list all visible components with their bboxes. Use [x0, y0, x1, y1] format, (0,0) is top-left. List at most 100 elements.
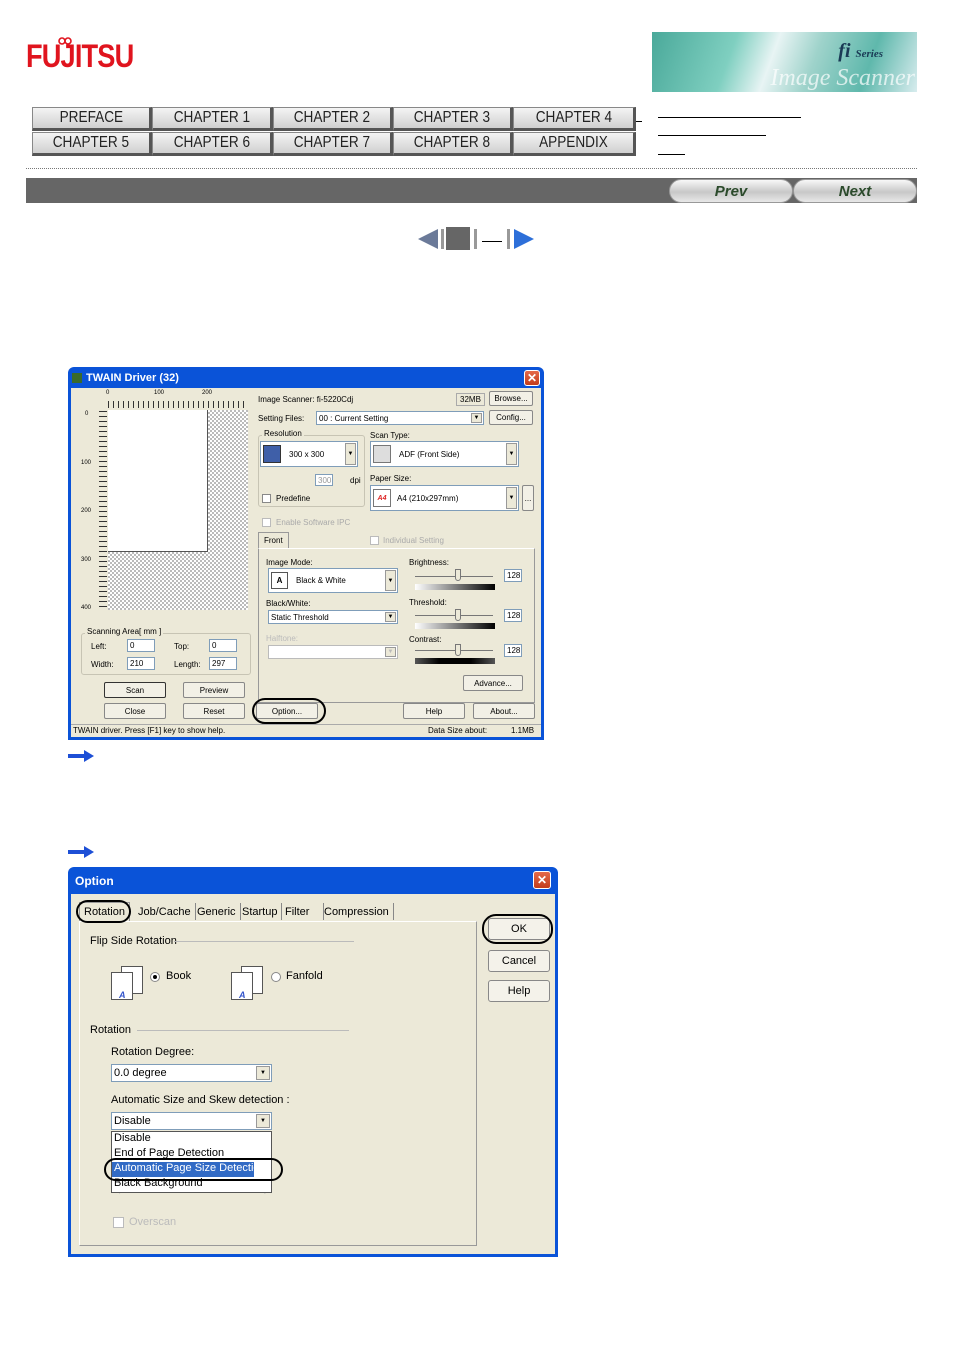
nav-chapter-1[interactable]: CHAPTER 1: [152, 107, 273, 131]
twain-title: TWAIN Driver (32): [86, 372, 179, 384]
scan-area-page[interactable]: [108, 410, 208, 552]
chevron-down-icon: ▼: [471, 413, 482, 423]
contrast-slider-thumb[interactable]: [455, 644, 461, 656]
tab-startup[interactable]: Startup: [238, 903, 283, 920]
resolution-select[interactable]: 300 x 300 ▼: [260, 441, 358, 467]
scan-type-select[interactable]: ADF (Front Side) ▼: [370, 441, 519, 467]
chevron-down-icon: ▼: [256, 1114, 270, 1128]
prev-button[interactable]: Prev: [669, 179, 793, 203]
option-dialog: Option ✕ Rotation Job/Cache Generic Star…: [68, 867, 558, 1257]
scanning-area-label: Scanning Area[ mm ]: [85, 627, 164, 636]
nav-chapter-6[interactable]: CHAPTER 6: [152, 132, 273, 156]
auto-size-skew-select[interactable]: Disable ▼: [111, 1112, 272, 1130]
nav-link-3[interactable]: [658, 154, 685, 155]
overscan-checkbox[interactable]: [113, 1217, 124, 1228]
browse-button[interactable]: Browse...: [489, 391, 533, 406]
brightness-slider-thumb[interactable]: [455, 569, 461, 581]
book-radio[interactable]: [150, 972, 160, 982]
nav-chapter-3[interactable]: CHAPTER 3: [393, 107, 513, 131]
resolution-label: Resolution: [262, 429, 304, 438]
book-label: Book: [166, 970, 192, 982]
about-button[interactable]: About...: [473, 703, 535, 719]
highlight-ellipse: [104, 1158, 283, 1181]
dpi-input[interactable]: 300: [315, 474, 333, 486]
help-button[interactable]: Help: [488, 980, 550, 1002]
auto-size-skew-label: Automatic Size and Skew detection :: [111, 1094, 290, 1106]
pager-next-icon[interactable]: [514, 229, 534, 249]
paper-size-more-button[interactable]: ...: [522, 485, 534, 511]
scan-button[interactable]: Scan: [104, 682, 166, 698]
fanfold-label: Fanfold: [286, 970, 323, 982]
left-input[interactable]: 0: [127, 639, 155, 652]
top-label: Top:: [174, 642, 190, 651]
status-text: TWAIN driver. Press [F1] key to show hel…: [73, 726, 226, 735]
twain-title-bar: TWAIN Driver (32): [72, 370, 522, 386]
nav-appendix[interactable]: APPENDIX: [513, 132, 636, 156]
chevron-down-icon: ▼: [506, 443, 517, 465]
tab-compression[interactable]: Compression: [320, 903, 394, 920]
nav-chapter-8[interactable]: CHAPTER 8: [393, 132, 513, 156]
length-input[interactable]: 297: [209, 657, 237, 670]
preview-button[interactable]: Preview: [183, 682, 245, 698]
contrast-slider-track[interactable]: [415, 650, 493, 651]
advance-button[interactable]: Advance...: [463, 675, 523, 691]
pager-separator: [507, 229, 510, 249]
help-button[interactable]: Help: [403, 703, 465, 719]
threshold-value[interactable]: 128: [504, 609, 522, 622]
width-label: Width:: [91, 660, 114, 669]
fanfold-radio[interactable]: [271, 972, 281, 982]
pager-prev-icon[interactable]: [418, 229, 438, 249]
chevron-down-icon: ▼: [385, 612, 396, 622]
twain-app-icon: [72, 373, 82, 383]
halftone-select[interactable]: ▼: [268, 645, 398, 659]
close-icon[interactable]: ✕: [533, 871, 551, 889]
enable-ipc-checkbox[interactable]: [262, 518, 271, 527]
nav-link-1[interactable]: [658, 117, 801, 118]
scan-type-label: Scan Type:: [370, 431, 410, 440]
rotation-group-label: Rotation: [90, 1024, 131, 1036]
rotation-degree-select[interactable]: 0.0 degree ▼: [111, 1064, 272, 1082]
chevron-down-icon: ▼: [385, 570, 396, 591]
config-button[interactable]: Config...: [489, 410, 533, 425]
tab-filter[interactable]: Filter: [281, 903, 325, 920]
individual-setting-checkbox[interactable]: [370, 536, 379, 545]
ruler-tick-label: 100: [154, 390, 165, 396]
ruler-tick-label: 200: [81, 508, 92, 514]
black-white-select[interactable]: Static Threshold ▼: [268, 610, 398, 624]
threshold-slider-track[interactable]: [415, 615, 493, 616]
brightness-gradient: [415, 584, 495, 590]
fujitsu-logo[interactable]: FUJITSU: [26, 38, 134, 75]
cancel-button[interactable]: Cancel: [488, 950, 550, 972]
brightness-value[interactable]: 128: [504, 569, 522, 582]
setting-files-select[interactable]: 00 : Current Setting ▼: [316, 411, 484, 425]
individual-setting-label: Individual Setting: [383, 536, 444, 545]
dropdown-option-disable[interactable]: Disable: [112, 1132, 271, 1147]
pager-link[interactable]: [482, 241, 502, 242]
close-button[interactable]: Close: [104, 703, 166, 719]
width-input[interactable]: 210: [127, 657, 155, 670]
nav-preface[interactable]: PREFACE: [32, 107, 152, 131]
tab-generic[interactable]: Generic: [193, 903, 241, 920]
tab-front[interactable]: Front: [258, 532, 289, 548]
adf-scanner-icon: [373, 445, 391, 463]
paper-size-select[interactable]: A4 A4 (210x297mm) ▼: [370, 485, 519, 511]
threshold-slider-thumb[interactable]: [455, 609, 461, 621]
nav-chapter-7[interactable]: CHAPTER 7: [273, 132, 393, 156]
overscan-label: Overscan: [129, 1216, 177, 1228]
nav-chapter-5[interactable]: CHAPTER 5: [32, 132, 152, 156]
nav-link-2[interactable]: [658, 135, 766, 136]
tab-job-cache[interactable]: Job/Cache: [134, 903, 196, 920]
nav-chapter-4[interactable]: CHAPTER 4: [513, 107, 636, 131]
banner-scanner-text: Image Scanner: [770, 65, 915, 91]
image-mode-label: Image Mode:: [266, 558, 313, 567]
nav-chapter-2[interactable]: CHAPTER 2: [273, 107, 393, 131]
top-input[interactable]: 0: [209, 639, 237, 652]
predefine-checkbox[interactable]: [262, 494, 271, 503]
option-body: Rotation Job/Cache Generic Startup Filte…: [71, 894, 555, 1254]
brightness-slider-track[interactable]: [415, 576, 493, 577]
contrast-value[interactable]: 128: [504, 644, 522, 657]
next-button[interactable]: Next: [793, 179, 917, 203]
reset-button[interactable]: Reset: [183, 703, 245, 719]
image-mode-select[interactable]: A Black & White ▼: [268, 568, 398, 593]
close-icon[interactable]: ✕: [524, 370, 540, 386]
